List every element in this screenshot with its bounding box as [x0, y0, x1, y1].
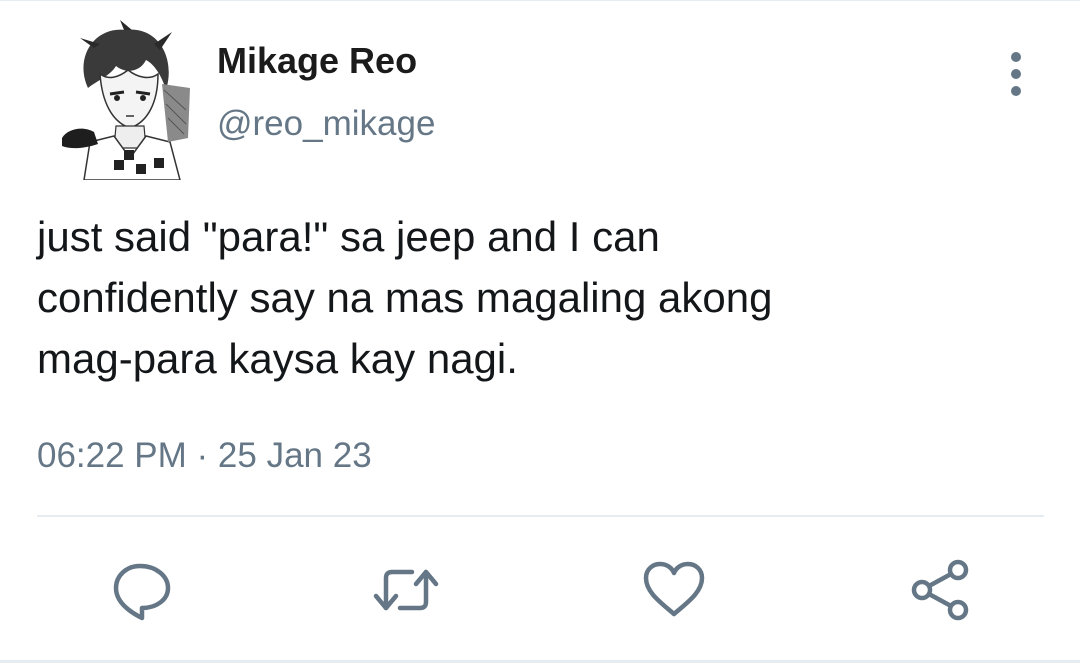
share-nodes-icon — [911, 559, 969, 621]
ellipsis-dot — [1011, 86, 1021, 96]
like-button[interactable] — [642, 558, 706, 622]
heart-icon — [643, 561, 705, 617]
avatar[interactable] — [54, 18, 194, 180]
more-options-button[interactable] — [998, 50, 1036, 98]
actions-divider — [37, 515, 1044, 517]
display-name[interactable]: Mikage Reo — [217, 40, 417, 82]
manga-portrait-icon — [54, 18, 194, 180]
vertical-ellipsis-icon — [1011, 52, 1021, 62]
tweet-text: just said "para!" sa jeep and I can conf… — [37, 213, 773, 382]
retweet-button[interactable] — [372, 558, 439, 622]
reply-button[interactable] — [110, 558, 174, 622]
tweet-timestamp[interactable]: 06:22 PM · 25 Jan 23 — [37, 436, 372, 476]
retweet-arrows-icon — [373, 569, 439, 611]
user-handle[interactable]: @reo_mikage — [217, 104, 435, 144]
ellipsis-dot — [1011, 69, 1021, 79]
speech-bubble-icon — [113, 563, 171, 621]
share-button[interactable] — [908, 558, 972, 622]
top-divider — [0, 0, 1080, 1]
